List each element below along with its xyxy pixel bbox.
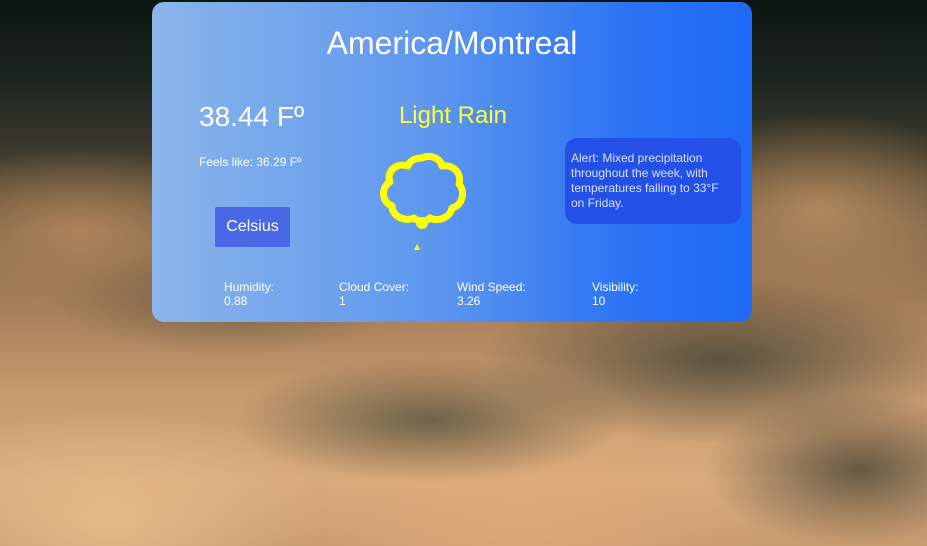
rain-drop-indicator-icon bbox=[414, 244, 420, 250]
cloud-cover-label: Cloud Cover: bbox=[339, 280, 410, 294]
wind-speed-value: 3.26 bbox=[457, 294, 481, 308]
humidity-value: 0.88 bbox=[224, 294, 248, 308]
stat-cloud-cover: Cloud Cover: 1 bbox=[339, 280, 409, 308]
visibility-label: Visibility: bbox=[592, 280, 639, 294]
stat-visibility: Visibility: 10 bbox=[592, 280, 638, 308]
weather-card: America/Montreal 38.44 Fº Feels like: 36… bbox=[152, 2, 752, 322]
stat-humidity: Humidity: 0.88 bbox=[224, 280, 274, 308]
visibility-value: 10 bbox=[592, 294, 606, 308]
temperature-value: 38.44 Fº bbox=[199, 101, 305, 132]
celsius-toggle-button[interactable]: Celsius bbox=[215, 207, 290, 247]
humidity-label: Humidity: bbox=[224, 280, 275, 294]
weather-condition: Light Rain bbox=[398, 102, 508, 129]
stat-wind-speed: Wind Speed: 3.26 bbox=[457, 280, 526, 308]
weather-alert: Alert: Mixed precipitation throughout th… bbox=[565, 138, 741, 224]
wind-speed-label: Wind Speed: bbox=[457, 280, 526, 294]
cloud-icon bbox=[380, 152, 466, 229]
feels-like-text: Feels like: 36.29 Fº bbox=[199, 155, 302, 169]
location-title: America/Montreal bbox=[326, 25, 578, 61]
cloud-cover-value: 1 bbox=[339, 294, 346, 308]
